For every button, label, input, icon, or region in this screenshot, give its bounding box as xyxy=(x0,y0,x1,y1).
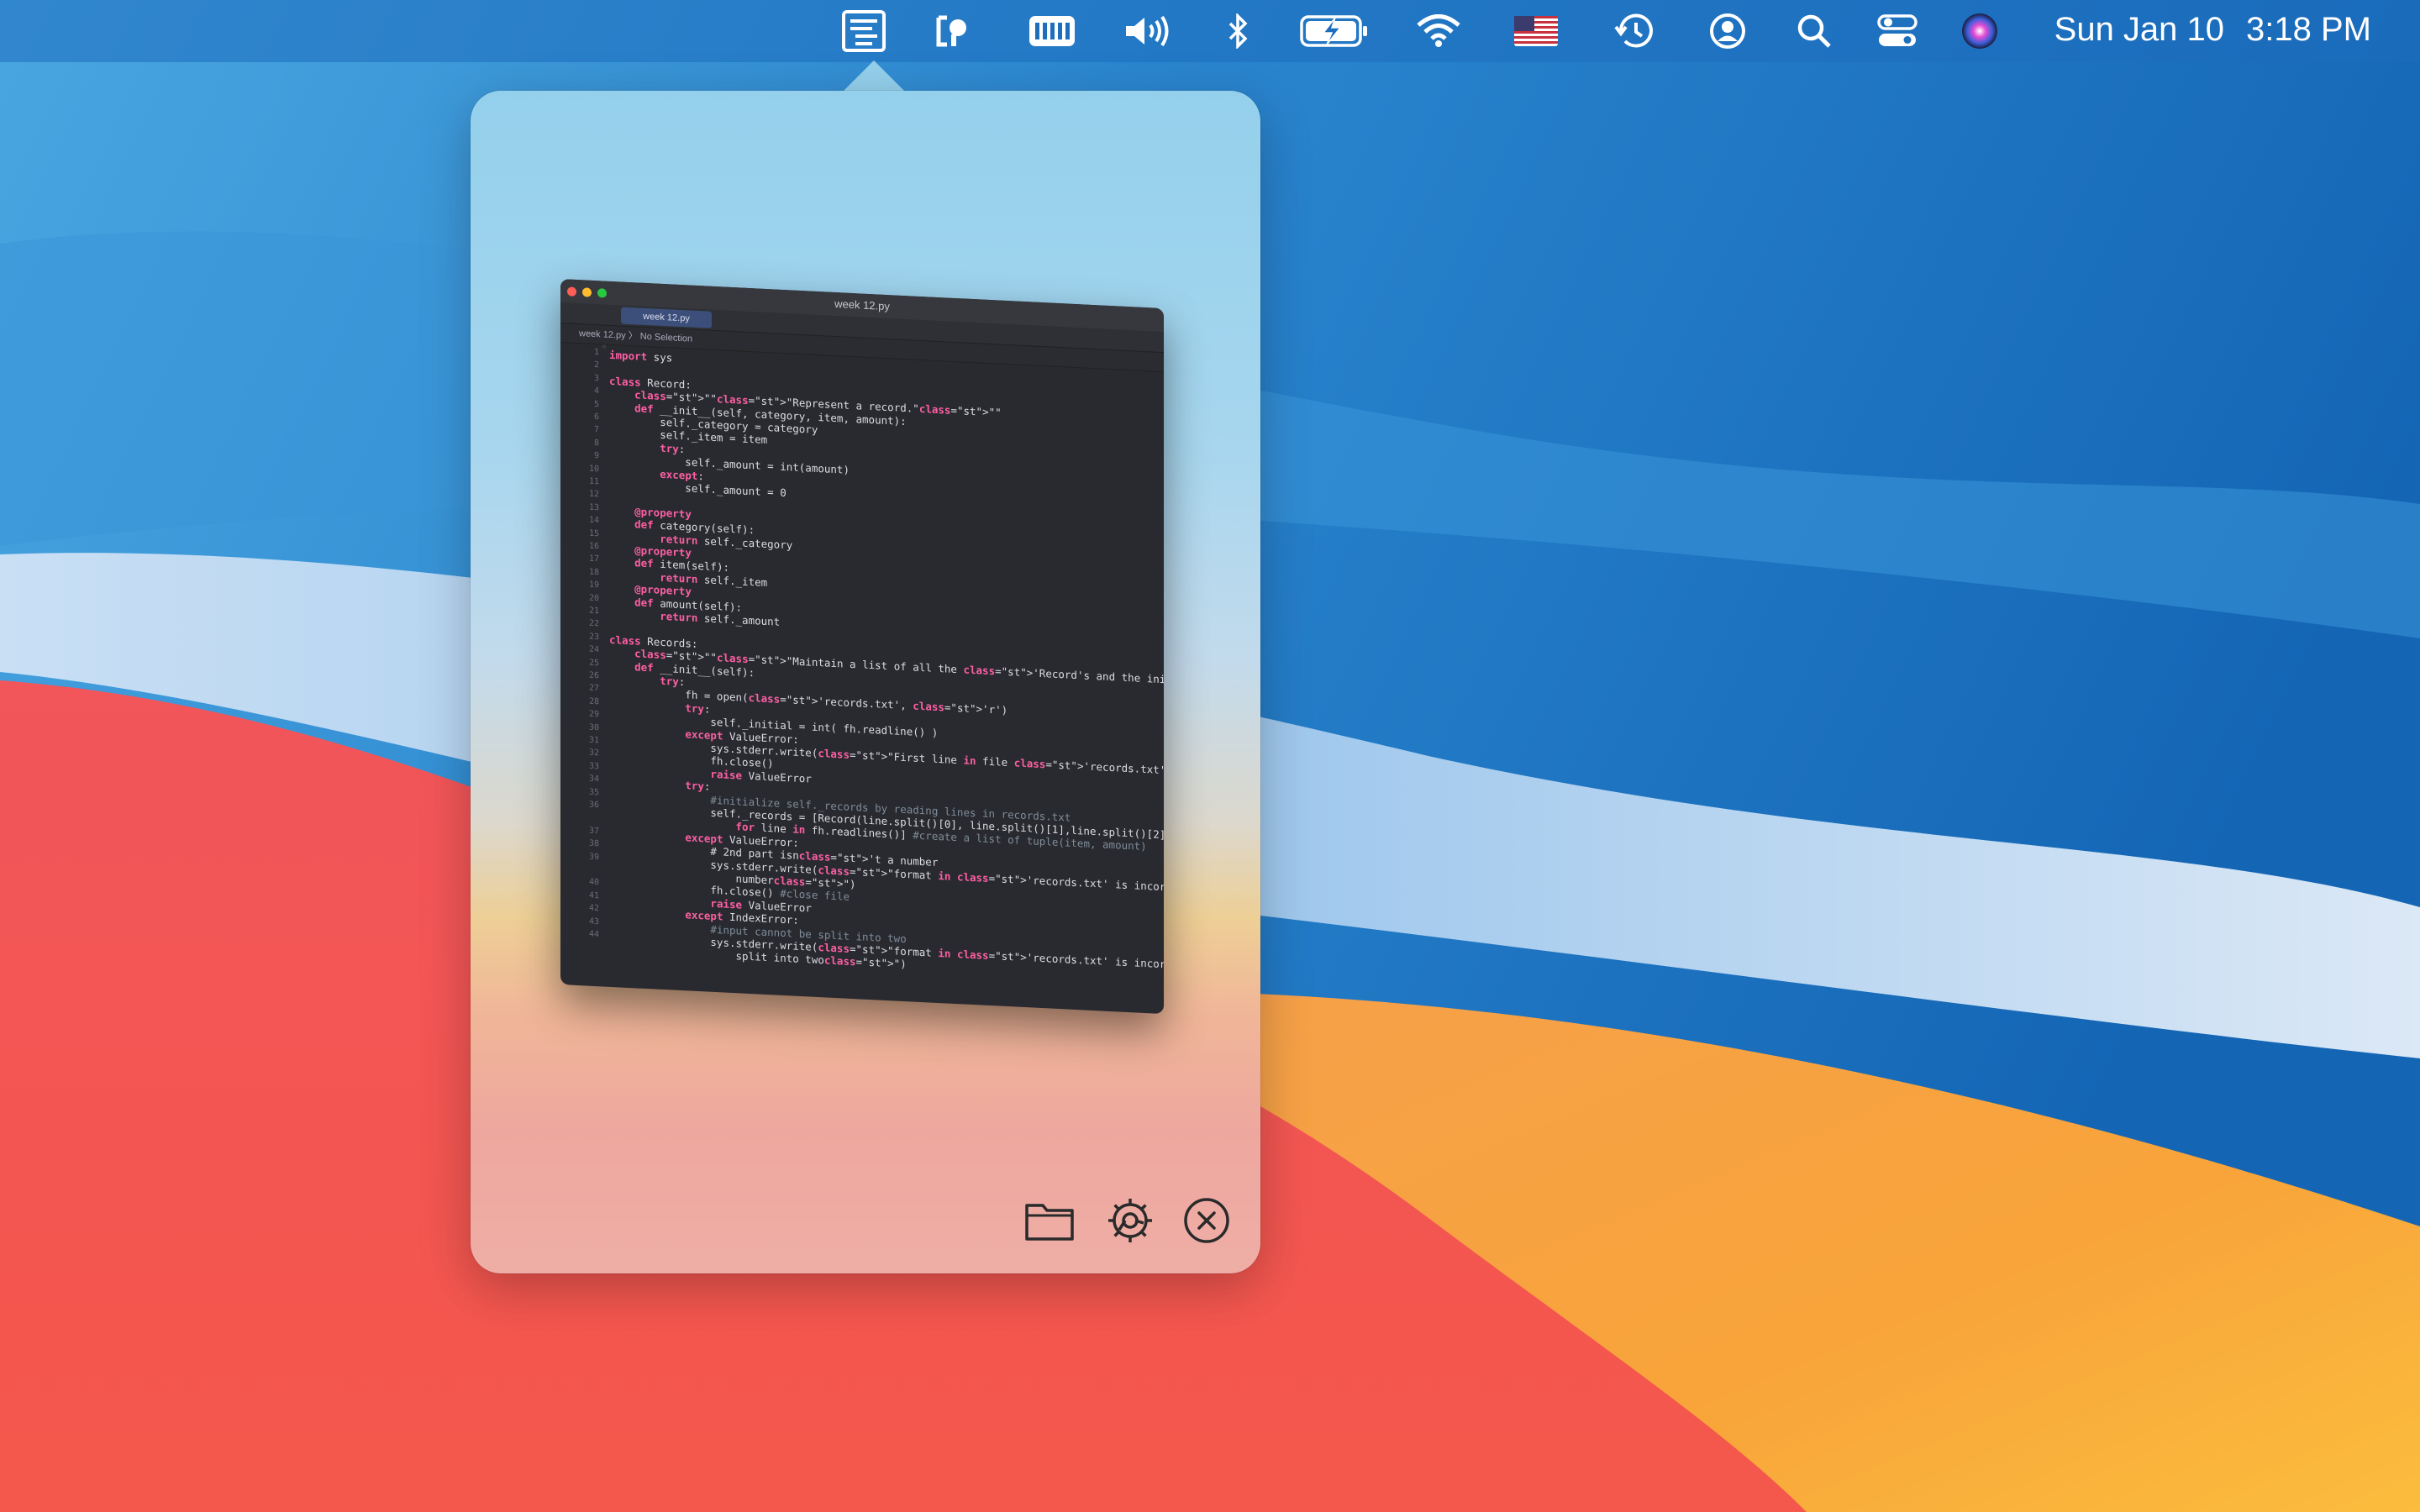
line-number: 5 xyxy=(593,399,599,409)
menu-bar-clock[interactable]: Sun Jan 10 3:18 PM xyxy=(2054,0,2371,62)
settings-gear-icon xyxy=(1108,1199,1152,1242)
line-number: 14 xyxy=(588,515,599,526)
us-flag-input-icon[interactable] xyxy=(1512,8,1560,54)
line-number: 27 xyxy=(588,684,599,694)
line-number: 4 xyxy=(593,386,599,396)
line-number: 23 xyxy=(588,632,599,643)
settings-button[interactable] xyxy=(1104,1194,1156,1247)
line-number: 35 xyxy=(588,787,599,797)
line-number: 16 xyxy=(588,541,599,552)
line-number: 17 xyxy=(588,554,599,564)
window-preview-thumbnail[interactable]: week 12.py week 12.py week 12.py 〉 No Se… xyxy=(560,279,1164,1015)
line-number: 22 xyxy=(588,619,599,629)
line-number: 6 xyxy=(593,412,599,423)
line-number: 38 xyxy=(588,838,599,849)
line-number: 37 xyxy=(588,826,599,837)
line-number: 13 xyxy=(588,502,599,513)
line-number: 31 xyxy=(588,735,599,746)
close-circle-icon xyxy=(1184,1198,1229,1243)
line-number xyxy=(560,864,599,865)
reader-app-icon[interactable] xyxy=(839,8,889,54)
line-number: 41 xyxy=(588,890,599,901)
line-number: 25 xyxy=(588,658,599,668)
line-number: 9 xyxy=(593,451,599,461)
line-number: 33 xyxy=(588,761,599,772)
battery-charging-icon[interactable] xyxy=(1299,8,1370,54)
line-number: 10 xyxy=(588,464,599,474)
menu-bar: Sun Jan 10 3:18 PM xyxy=(0,0,2420,62)
line-number: 18 xyxy=(588,567,599,578)
line-number: 32 xyxy=(588,748,599,759)
line-number: 20 xyxy=(588,593,599,603)
user-account-icon[interactable] xyxy=(1706,8,1749,54)
line-number: 1 xyxy=(593,347,599,358)
bluetooth-icon[interactable] xyxy=(1223,8,1254,54)
close-popover-button[interactable] xyxy=(1181,1194,1233,1247)
clock-time: 3:18 PM xyxy=(2246,11,2371,48)
line-number: 44 xyxy=(588,929,599,940)
line-number: 21 xyxy=(588,606,599,617)
spotlight-search-icon[interactable] xyxy=(1793,8,1835,54)
line-number: 24 xyxy=(588,644,599,655)
line-number: 15 xyxy=(588,528,599,538)
line-number: 3 xyxy=(593,373,599,384)
line-number: 28 xyxy=(588,696,599,707)
line-number: 26 xyxy=(588,670,599,681)
line-number: 42 xyxy=(588,903,599,914)
battery-gauge-icon[interactable] xyxy=(1027,8,1077,54)
code-line: import sys xyxy=(609,348,673,365)
line-number: 7 xyxy=(593,425,599,435)
line-number: 29 xyxy=(588,709,599,720)
time-machine-icon[interactable] xyxy=(1612,8,1659,54)
line-number: 2 xyxy=(593,360,599,370)
volume-icon[interactable] xyxy=(1123,8,1173,54)
siri-icon[interactable] xyxy=(1958,8,2002,54)
line-number: 12 xyxy=(588,490,599,500)
wifi-icon[interactable] xyxy=(1415,8,1462,54)
line-number: 36 xyxy=(588,800,599,811)
line-number: 39 xyxy=(588,852,599,862)
screenshot-icon[interactable] xyxy=(933,8,975,54)
line-number: 30 xyxy=(588,722,599,732)
line-number: 40 xyxy=(588,878,599,888)
line-number: 8 xyxy=(593,438,599,449)
line-number xyxy=(560,941,599,942)
line-number: 34 xyxy=(588,774,599,785)
line-number xyxy=(560,811,599,813)
line-number: 11 xyxy=(588,476,599,487)
control-center-icon[interactable] xyxy=(1874,8,1921,54)
clock-date: Sun Jan 10 xyxy=(2054,11,2225,48)
preview-gutter xyxy=(602,344,606,349)
preview-tab: week 12.py xyxy=(621,307,712,328)
open-folder-button[interactable] xyxy=(1023,1194,1076,1247)
line-number: 43 xyxy=(588,916,599,927)
folder-icon xyxy=(1025,1204,1074,1241)
line-number: 19 xyxy=(588,580,599,591)
popover-arrow xyxy=(842,60,906,92)
